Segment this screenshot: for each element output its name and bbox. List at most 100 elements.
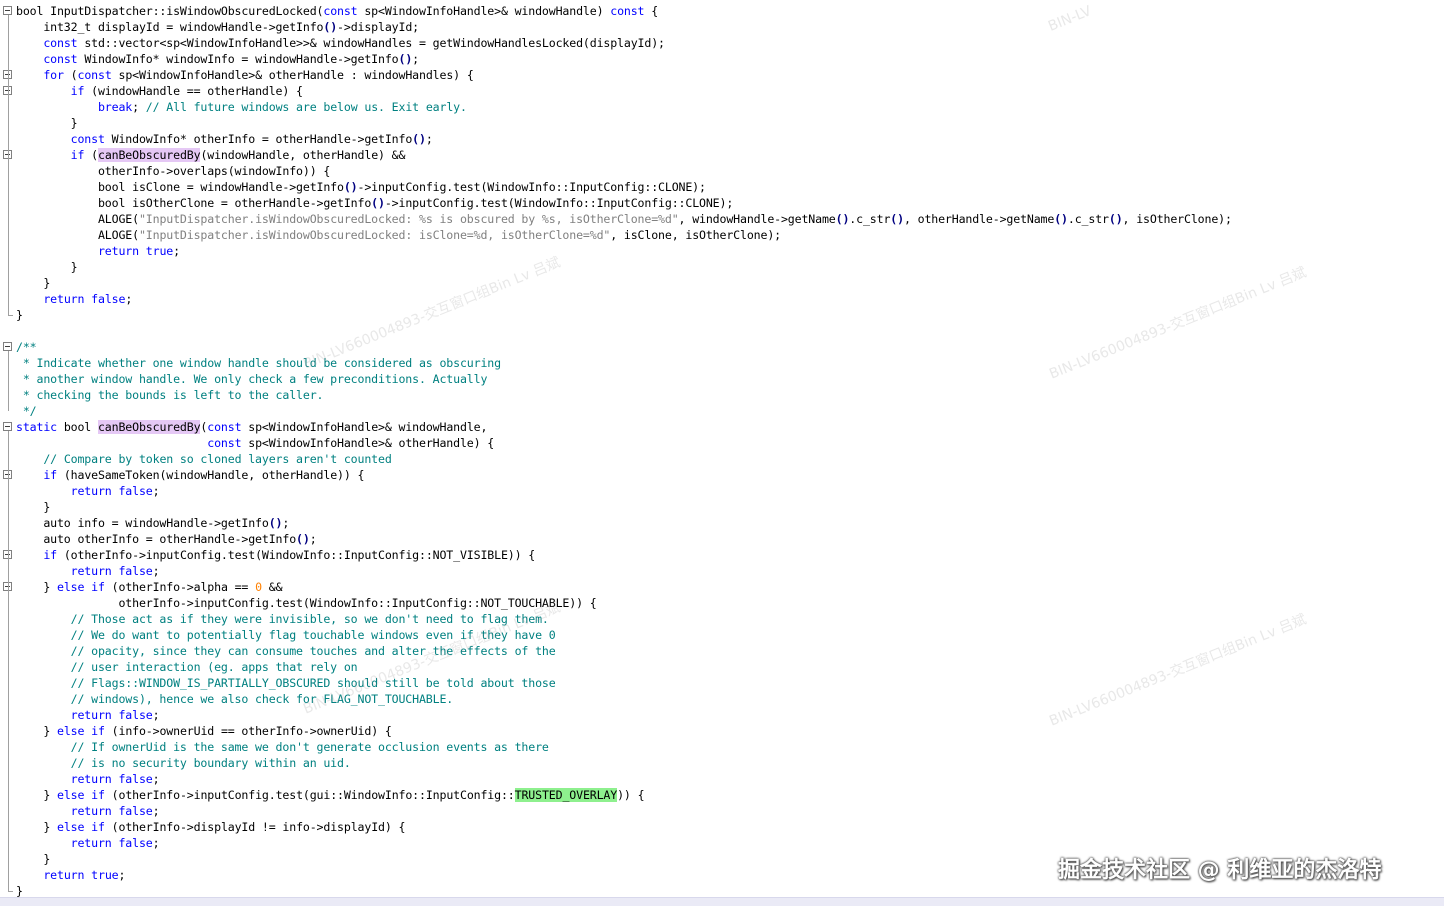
code-token: return [70,836,112,850]
code-line[interactable]: return false; [16,803,160,819]
code-line[interactable]: */ [16,403,37,419]
code-line[interactable]: * Indicate whether one window handle sho… [16,355,501,371]
code-token: } [16,500,51,514]
code-line[interactable]: otherInfo->overlaps(windowInfo)) { [16,163,330,179]
code-line[interactable]: return false; [16,291,132,307]
code-line[interactable]: // Compare by token so cloned layers are… [16,451,391,467]
code-line[interactable]: } [16,275,50,291]
code-token: () [343,180,358,194]
code-line[interactable]: // If ownerUid is the same we don't gene… [16,739,549,755]
code-line[interactable]: return false; [16,771,160,787]
code-token: const [70,132,105,146]
code-line[interactable]: const sp<WindowInfoHandle>& otherHandle)… [16,435,494,451]
code-line[interactable]: return false; [16,483,160,499]
code-line[interactable]: } else if (otherInfo->inputConfig.test(g… [16,787,645,803]
code-line[interactable]: } [16,307,23,323]
code-token: else [56,788,85,802]
code-token: return [70,564,112,578]
code-token: )) { [617,788,645,802]
code-token: , isClone, isOtherClone); [610,228,781,242]
code-line[interactable]: // windows), hence we also check for FLA… [16,691,454,707]
code-token: ; [152,804,160,818]
code-line[interactable]: if (haveSameToken(windowHandle, otherHan… [16,467,364,483]
code-line[interactable]: ALOGE("InputDispatcher.isWindowObscuredL… [16,211,1232,227]
code-token: "InputDispatcher.isWindowObscuredLocked:… [138,228,611,242]
code-line[interactable]: * another window handle. We only check a… [16,371,488,387]
code-line[interactable]: } else if (otherInfo->alpha == 0 && [16,579,282,595]
code-token: for [43,68,64,82]
code-token: sp<WindowInfoHandle>& windowHandle) [357,4,611,18]
code-token: const [323,4,358,18]
code-line[interactable]: } else if (info->ownerUid == otherInfo->… [16,723,392,739]
code-line[interactable]: bool isOtherClone = otherHandle->getInfo… [16,195,733,211]
code-line[interactable]: // Flags::WINDOW_IS_PARTIALLY_OBSCURED s… [16,675,556,691]
code-line[interactable]: static bool canBeObscuredBy(const sp<Win… [16,419,487,435]
code-line[interactable]: if (canBeObscuredBy(windowHandle, otherH… [16,147,405,163]
code-line[interactable]: // is no security boundary within an uid… [16,755,351,771]
code-line[interactable]: auto info = windowHandle->getInfo(); [16,515,289,531]
code-line[interactable]: return true; [16,243,180,259]
code-token: (windowHandle == otherHandle) { [84,84,303,98]
code-line[interactable]: ALOGE("InputDispatcher.isWindowObscuredL… [16,227,781,243]
code-line[interactable]: } [16,115,78,131]
code-token: false [118,836,153,850]
code-line[interactable]: return false; [16,835,160,851]
code-line[interactable]: int32_t displayId = windowHandle->getInf… [16,19,419,35]
code-editor[interactable]: bool InputDispatcher::isWindowObscuredLo… [0,0,1444,898]
code-line[interactable]: * checking the bounds is left to the cal… [16,387,324,403]
code-line[interactable]: otherInfo->inputConfig.test(WindowInfo::… [16,595,596,611]
code-token: (haveSameToken(windowHandle, otherHandle… [57,468,365,482]
fold-toggle-icon[interactable] [3,422,12,431]
code-line[interactable]: bool isClone = windowHandle->getInfo()->… [16,179,706,195]
code-line[interactable]: break; // All future windows are below u… [16,99,467,115]
code-line[interactable]: } [16,499,50,515]
code-token: if [43,548,57,562]
code-token: ; [412,52,420,66]
code-token: } [16,260,78,274]
code-line[interactable]: } else if (otherInfo->displayId != info-… [16,819,405,835]
code-token: false [118,564,153,578]
code-line[interactable]: // We do want to potentially flag toucha… [16,627,556,643]
code-line[interactable]: return false; [16,707,160,723]
fold-toggle-icon[interactable] [3,342,12,351]
code-token: sp<WindowInfoHandle>& otherHandle) { [241,436,495,450]
code-token: const [610,4,645,18]
code-token: * Indicate whether one window handle sho… [16,356,501,370]
code-line[interactable]: bool InputDispatcher::isWindowObscuredLo… [16,3,658,19]
fold-end-marker [8,315,13,316]
code-token: ; [282,516,290,530]
code-line[interactable]: // user interaction (eg. apps that rely … [16,659,358,675]
code-line[interactable]: const WindowInfo* otherInfo = otherHandl… [16,131,433,147]
code-token: // opacity, since they can consume touch… [70,644,556,658]
code-token: "InputDispatcher.isWindowObscuredLocked:… [138,212,679,226]
code-line[interactable]: const WindowInfo* windowInfo = windowHan… [16,51,419,67]
code-token: } [16,820,57,834]
code-token: , isOtherClone); [1122,212,1232,226]
code-token: () [1054,212,1068,226]
code-line[interactable]: } [16,259,78,275]
code-line[interactable]: // Those act as if they were invisible, … [16,611,549,627]
fold-end-marker [8,891,13,892]
code-line[interactable]: const std::vector<sp<WindowInfoHandle>>&… [16,35,665,51]
code-line[interactable]: if (windowHandle == otherHandle) { [16,83,303,99]
code-token: () [268,516,283,530]
code-token: (otherInfo->alpha == [104,580,256,594]
code-line[interactable]: for (const sp<WindowInfoHandle>& otherHa… [16,67,473,83]
code-token: ; [152,564,160,578]
code-token: // If ownerUid is the same we don't gene… [70,740,549,754]
code-line[interactable]: // opacity, since they can consume touch… [16,643,556,659]
code-line[interactable]: /** [16,339,37,355]
code-line[interactable]: } [16,851,50,867]
code-line[interactable]: return true; [16,867,125,883]
code-line[interactable]: auto otherInfo = otherHandle->getInfo(); [16,531,316,547]
code-line[interactable]: if (otherInfo->inputConfig.test(WindowIn… [16,547,535,563]
code-line[interactable]: return false; [16,563,160,579]
code-token: // Flags::WINDOW_IS_PARTIALLY_OBSCURED s… [70,676,556,690]
fold-toggle-icon[interactable] [3,6,12,15]
